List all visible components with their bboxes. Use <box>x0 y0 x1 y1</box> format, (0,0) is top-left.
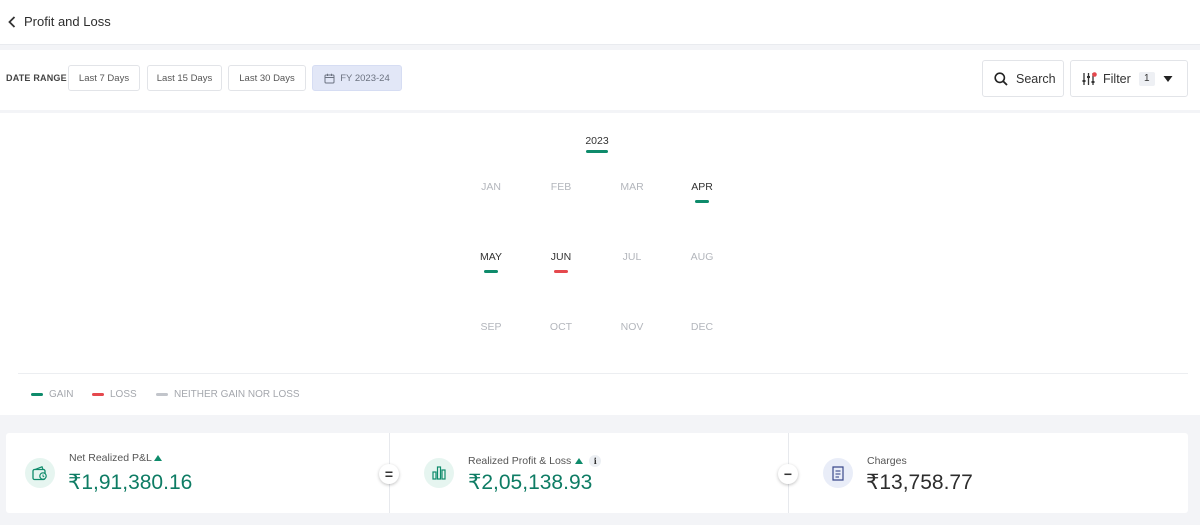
charges-label: Charges <box>867 455 907 467</box>
month-feb[interactable]: FEB <box>531 181 591 193</box>
year-status-bar <box>586 150 608 153</box>
calendar-icon <box>324 73 335 84</box>
last-30-days-button[interactable]: Last 30 Days <box>228 65 306 91</box>
legend-swatch <box>156 393 168 396</box>
filter-sliders-icon <box>1082 71 1097 86</box>
search-button[interactable]: Search <box>982 60 1064 97</box>
back-arrow-icon[interactable] <box>6 15 18 29</box>
net-pnl-label: Net Realized P&L <box>69 452 162 464</box>
legend-swatch <box>92 393 104 396</box>
calendar-divider <box>18 373 1188 374</box>
legend-label: LOSS <box>110 389 137 400</box>
gain-arrow-icon <box>153 455 162 461</box>
charges-label-text: Charges <box>867 455 907 467</box>
month-jun[interactable]: JUN <box>531 251 591 263</box>
month-oct[interactable]: OCT <box>531 321 591 333</box>
month-nov[interactable]: NOV <box>602 321 662 333</box>
date-range-label: DATE RANGE <box>6 73 67 83</box>
chevron-down-icon[interactable] <box>1163 75 1173 83</box>
realized-pnl-value: ₹2,05,138.93 <box>468 471 593 494</box>
month-status-bar <box>484 270 498 273</box>
info-icon[interactable]: i <box>589 455 602 467</box>
month-status-bar <box>554 270 568 273</box>
filter-label: Filter <box>1103 71 1131 86</box>
legend-label: NEITHER GAIN NOR LOSS <box>174 389 300 400</box>
range-button-label: Last 15 Days <box>156 72 213 84</box>
range-button-label: Last 7 Days <box>78 72 130 84</box>
month-jan[interactable]: JAN <box>461 181 521 193</box>
receipt-icon <box>823 458 853 488</box>
month-may[interactable]: MAY <box>461 251 521 263</box>
fy-range-button[interactable]: FY 2023-24 <box>312 65 402 91</box>
net-pnl-value: ₹1,91,380.16 <box>68 471 193 494</box>
range-button-label: FY 2023-24 <box>340 72 390 84</box>
net-pnl-label-text: Net Realized P&L <box>69 452 152 464</box>
last-15-days-button[interactable]: Last 15 Days <box>147 65 222 91</box>
legend-swatch <box>31 393 43 396</box>
month-mar[interactable]: MAR <box>602 181 662 193</box>
legend-label: GAIN <box>49 389 74 400</box>
realized-pnl-label-text: Realized Profit & Loss <box>468 455 572 467</box>
search-label: Search <box>1016 71 1056 86</box>
filter-count-badge: 1 <box>1138 71 1155 86</box>
legend-neutral: NEITHER GAIN NOR LOSS <box>156 389 300 400</box>
legend-gain: GAIN <box>31 389 73 400</box>
month-aug[interactable]: AUG <box>672 251 732 263</box>
equals-operator: = <box>379 464 399 484</box>
realized-pnl-label: Realized Profit & Loss i <box>468 455 602 467</box>
charges-value: ₹13,758.77 <box>866 471 973 494</box>
month-jul[interactable]: JUL <box>602 251 662 263</box>
pnl-calendar <box>0 113 1200 415</box>
search-icon <box>994 71 1008 86</box>
year-label[interactable]: 2023 <box>585 135 608 147</box>
gain-arrow-icon <box>575 458 584 464</box>
bar-chart-icon <box>424 458 454 488</box>
month-status-bar <box>695 200 709 203</box>
page-header: Profit and Loss <box>0 0 1200 45</box>
filter-button[interactable]: Filter 1 <box>1070 60 1188 97</box>
month-apr[interactable]: APR <box>672 181 732 193</box>
page-title: Profit and Loss <box>24 14 111 29</box>
legend-loss: LOSS <box>92 389 137 400</box>
month-dec[interactable]: DEC <box>672 321 732 333</box>
last-7-days-button[interactable]: Last 7 Days <box>68 65 140 91</box>
month-sep[interactable]: SEP <box>461 321 521 333</box>
range-button-label: Last 30 Days <box>239 72 295 84</box>
minus-operator: − <box>778 464 798 484</box>
wallet-icon <box>25 458 55 488</box>
